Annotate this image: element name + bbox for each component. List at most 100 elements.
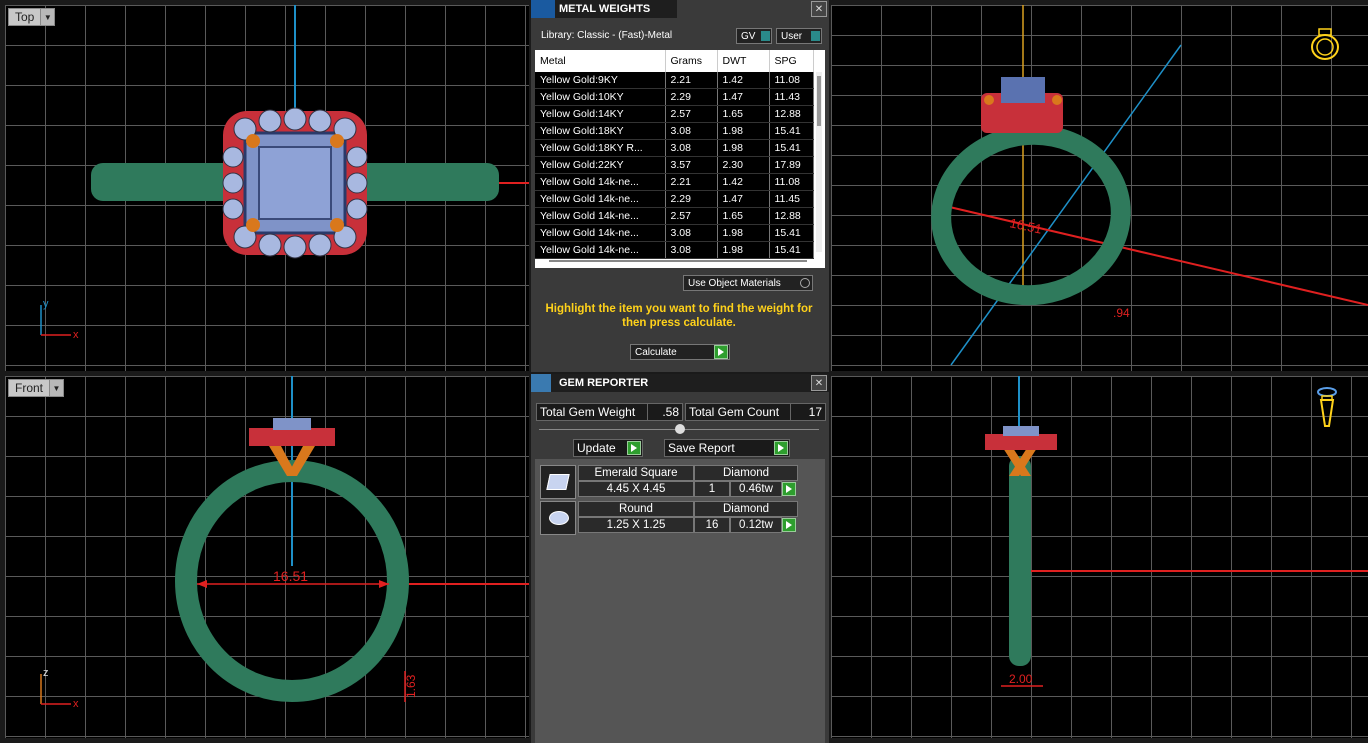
table-row[interactable]: Yellow Gold:18KY 3.08 1.98 15.41 — [535, 122, 814, 140]
table-row[interactable]: Yellow Gold:9KY 2.21 1.42 11.08 — [535, 72, 814, 89]
table-row[interactable]: Yellow Gold 14k-ne... 2.21 1.42 11.08 — [535, 173, 814, 191]
col-dwt[interactable]: DWT — [717, 50, 770, 72]
gem-size: 4.45 X 4.45 — [578, 481, 694, 497]
table-cell: 11.08 — [769, 173, 814, 191]
pendant-icon — [1317, 387, 1337, 427]
gem-shape: Emerald Square — [578, 465, 694, 481]
table-cell: Yellow Gold:10KY — [535, 88, 666, 106]
viewport-label-top[interactable]: Top ▼ — [8, 8, 56, 26]
user-toggle[interactable]: User — [776, 28, 822, 44]
close-icon[interactable]: ✕ — [811, 375, 827, 391]
gv-toggle[interactable]: GV — [736, 28, 772, 44]
gem-row[interactable]: Round 1.25 X 1.25 Diamond 16 0.12tw — [540, 501, 800, 535]
table-row[interactable]: Yellow Gold:22KY 3.57 2.30 17.89 — [535, 156, 814, 174]
perspective-view-scene: 16.51 .94 — [931, 5, 1368, 366]
table-cell: 2.21 — [665, 72, 718, 89]
table-cell: 1.47 — [717, 190, 770, 208]
col-grams[interactable]: Grams — [665, 50, 718, 72]
ring-shank-right — [349, 163, 499, 201]
front-viewport[interactable]: 16.51 1.63 z x Front ▼ — [5, 376, 529, 738]
total-gem-weight-value: .58 — [647, 403, 683, 421]
table-cell: 2.21 — [665, 173, 718, 191]
panel-title: GEM REPORTER — [559, 377, 649, 389]
dimension-small-label: 1.63 — [404, 674, 418, 698]
metal-weights-icon — [531, 0, 555, 18]
table-cell: 3.08 — [665, 241, 718, 259]
table-cell: Yellow Gold 14k-ne... — [535, 190, 666, 208]
col-spg[interactable]: SPG — [769, 50, 814, 72]
table-row[interactable]: Yellow Gold 14k-ne... 2.29 1.47 11.45 — [535, 190, 814, 208]
table-row[interactable]: Yellow Gold:10KY 2.29 1.47 11.43 — [535, 88, 814, 106]
table-cell: 15.41 — [769, 122, 814, 140]
ring-band — [931, 124, 1131, 306]
ring-band — [1009, 456, 1031, 666]
total-gem-count-label: Total Gem Count — [685, 403, 791, 421]
perspective-viewport[interactable]: 16.51 .94 — [831, 5, 1368, 371]
right-viewport[interactable]: 2.00 — [831, 376, 1368, 738]
axis-x-label: x — [73, 329, 79, 341]
table-cell: 3.08 — [665, 122, 718, 140]
table-cell: 15.41 — [769, 224, 814, 242]
top-viewport[interactable]: y x Top ▼ — [5, 5, 529, 371]
gem-reporter-titlebar[interactable]: GEM REPORTER — [531, 374, 829, 392]
table-cell: 11.08 — [769, 72, 814, 89]
table-cell: 1.65 — [717, 207, 770, 225]
chevron-down-icon[interactable]: ▼ — [49, 380, 64, 396]
gem-reporter-panel: GEM REPORTER ✕ Total Gem Weight .58 Tota… — [531, 374, 829, 743]
calculate-button[interactable]: Calculate — [630, 344, 730, 360]
gem-tw: 0.46tw — [730, 481, 782, 497]
gem-material: Diamond — [694, 465, 798, 481]
gem-count: 1 — [694, 481, 730, 497]
ring-icon — [1311, 28, 1339, 60]
table-cell: 3.08 — [665, 139, 718, 157]
axis-x-label: x — [73, 698, 79, 710]
table-row[interactable]: Yellow Gold 14k-ne... 3.08 1.98 15.41 — [535, 224, 814, 242]
table-cell: 2.57 — [665, 207, 718, 225]
table-cell: Yellow Gold:9KY — [535, 72, 666, 89]
table-cell: Yellow Gold 14k-ne... — [535, 173, 666, 191]
metal-table-container[interactable]: Metal Grams DWT SPG Yellow Gold:9KY 2.21 1… — [535, 50, 825, 268]
table-cell: 3.57 — [665, 156, 718, 174]
table-cell: Yellow Gold:18KY — [535, 122, 666, 140]
total-gem-count-value: 17 — [790, 403, 826, 421]
table-cell: 1.98 — [717, 139, 770, 157]
table-cell: Yellow Gold:18KY R... — [535, 139, 666, 157]
viewport-label-front[interactable]: Front ▼ — [8, 379, 65, 397]
table-row[interactable]: Yellow Gold:18KY R... 3.08 1.98 15.41 — [535, 139, 814, 157]
table-cell: 1.47 — [717, 88, 770, 106]
close-icon[interactable]: ✕ — [811, 1, 827, 17]
col-metal[interactable]: Metal — [535, 50, 666, 72]
table-cell: 15.41 — [769, 241, 814, 259]
table-row[interactable]: Yellow Gold:14KY 2.57 1.65 12.88 — [535, 105, 814, 123]
metal-weights-titlebar[interactable]: METAL WEIGHTS — [531, 0, 677, 18]
gem-select-button[interactable] — [782, 482, 796, 496]
save-report-button[interactable]: Save Report — [664, 439, 790, 457]
table-row[interactable]: Yellow Gold 14k-ne... 3.08 1.98 15.41 — [535, 241, 814, 259]
total-gem-weight-label: Total Gem Weight — [536, 403, 648, 421]
right-view-scene: 2.00 — [985, 376, 1368, 687]
gem-row[interactable]: Emerald Square 4.45 X 4.45 Diamond 1 0.4… — [540, 465, 800, 499]
vertical-scrollbar[interactable] — [816, 72, 822, 252]
chevron-down-icon[interactable]: ▼ — [40, 9, 55, 25]
use-object-materials-toggle[interactable]: Use Object Materials — [683, 275, 813, 291]
play-icon — [774, 441, 788, 455]
gem-select-button[interactable] — [782, 518, 796, 532]
metal-table: Metal Grams DWT SPG Yellow Gold:9KY 2.21 1… — [535, 50, 814, 259]
table-cell: 11.45 — [769, 190, 814, 208]
play-icon — [714, 345, 728, 359]
gem-shape: Round — [578, 501, 694, 517]
update-button[interactable]: Update — [573, 439, 643, 457]
axis-y-label: y — [43, 298, 49, 310]
dimension-label: 16.51 — [273, 568, 308, 584]
table-cell: 12.88 — [769, 207, 814, 225]
table-cell: 1.65 — [717, 105, 770, 123]
table-cell: 2.29 — [665, 190, 718, 208]
table-cell: Yellow Gold:22KY — [535, 156, 666, 174]
table-cell: 11.43 — [769, 88, 814, 106]
collapse-icon[interactable] — [675, 424, 685, 434]
viewport-label-text: Front — [15, 381, 44, 395]
horizontal-scrollbar[interactable] — [549, 260, 807, 262]
table-cell: 1.98 — [717, 122, 770, 140]
table-cell: 3.08 — [665, 224, 718, 242]
table-row[interactable]: Yellow Gold 14k-ne... 2.57 1.65 12.88 — [535, 207, 814, 225]
